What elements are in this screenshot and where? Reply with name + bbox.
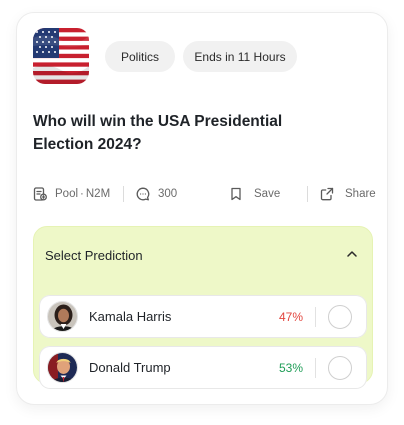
prediction-header[interactable]: Select Prediction <box>45 246 359 264</box>
option-percent: 47% <box>278 309 303 324</box>
deadline-chip: Ends in 11 Hours <box>183 41 297 72</box>
prediction-market-card: Politics Ends in 11 Hours Who will win t… <box>16 12 388 405</box>
avatar <box>47 301 78 332</box>
option-percent: 53% <box>278 360 303 375</box>
category-label: Politics <box>120 49 159 64</box>
meta-divider <box>123 186 124 202</box>
pool-label: Pool <box>55 188 79 200</box>
option-radio[interactable] <box>328 355 352 380</box>
market-meta-bar: Pool · N2M 300 Save Share <box>32 184 377 204</box>
market-question: Who will win the USA Presidential Electi… <box>33 113 283 153</box>
share-label: Share <box>345 188 376 200</box>
pool-icon <box>32 186 48 202</box>
option-name: Kamala Harris <box>89 309 172 324</box>
pool-info: Pool · N2M <box>32 186 110 202</box>
option-name: Donald Trump <box>89 360 171 375</box>
prediction-options: Kamala Harris 47% Donald Trump 53% <box>39 287 367 397</box>
option-kamala-harris[interactable]: Kamala Harris 47% <box>39 295 367 338</box>
meta-divider <box>307 186 308 202</box>
share-icon <box>319 186 335 202</box>
save-label: Save <box>254 188 281 200</box>
prediction-panel: Select Prediction Kamala Harris 47% Dona… <box>33 226 373 389</box>
comments-button[interactable]: 300 <box>135 186 177 202</box>
option-radio[interactable] <box>328 304 352 329</box>
option-divider <box>315 357 316 378</box>
comment-icon <box>135 186 151 202</box>
avatar <box>47 352 78 383</box>
prediction-title: Select Prediction <box>45 247 143 263</box>
pool-value: N2M <box>85 188 111 200</box>
deadline-label: Ends in 11 Hours <box>194 49 286 64</box>
comments-count: 300 <box>158 188 178 200</box>
share-button[interactable]: Share <box>319 186 376 202</box>
option-donald-trump[interactable]: Donald Trump 53% <box>39 346 367 389</box>
bookmark-icon <box>228 186 244 202</box>
save-button[interactable]: Save <box>228 186 280 202</box>
usa-flag-icon <box>33 28 89 84</box>
category-chip[interactable]: Politics <box>105 41 175 72</box>
option-divider <box>315 306 316 327</box>
pool-dot: · <box>80 188 84 200</box>
chevron-up-icon[interactable] <box>345 247 359 264</box>
